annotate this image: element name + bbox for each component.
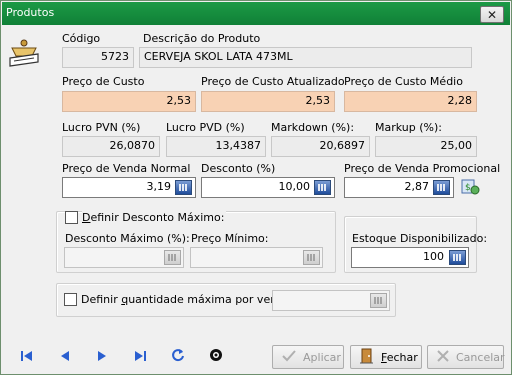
fechar-label: Fechar [381,351,418,364]
last-record-icon[interactable] [131,348,149,364]
scale-icon [6,36,42,70]
cancel-icon [436,349,450,366]
refresh-icon[interactable] [169,347,187,363]
calculator-icon [370,293,387,308]
calculator-icon[interactable] [449,250,466,265]
lucro-pvd-field[interactable]: 13,4387 [166,136,266,157]
fechar-button[interactable]: Fechar [350,345,422,369]
calculator-icon [303,250,320,265]
money-refresh-icon[interactable]: $ [459,177,481,197]
preco-custo-field[interactable]: 2,53 [62,91,196,112]
markdown-field[interactable]: 20,6897 [271,136,370,157]
markup-field[interactable]: 25,00 [375,136,477,157]
apply-icon [281,349,297,366]
codigo-field[interactable]: 5723 [62,47,134,68]
definir-desconto-maximo-checkbox[interactable] [65,211,78,224]
lucro-pvn-label: Lucro PVN (%) [62,121,141,134]
desconto-label: Desconto (%) [201,162,276,175]
cancelar-button[interactable]: Cancelar [427,345,505,369]
record-info-icon[interactable] [207,347,225,363]
preco-custo-atualizado-label: Preço de Custo Atualizado [201,75,345,88]
markdown-label: Markdown (%): [271,121,355,134]
window-title: Produtos [6,6,55,19]
codigo-label: Código [62,32,101,45]
produtos-window: Produtos ✕ Código 5723 Descrição do Prod… [0,0,512,375]
desconto-maximo-label: Desconto Máximo (%): [65,232,190,245]
calculator-icon[interactable] [175,180,192,195]
svg-text:$: $ [465,183,471,193]
next-record-icon[interactable] [93,348,111,364]
aplicar-label: Aplicar [303,350,341,364]
lucro-pvn-field[interactable]: 26,0870 [62,136,160,157]
definir-quantidade-maxima-label: Definir quantidade máxima por venda: [81,293,295,306]
descricao-field[interactable]: CERVEJA SKOL LATA 473ML [139,47,472,68]
definir-quantidade-maxima-label-after: uantidade máxima por venda: [128,293,295,306]
estoque-disponibilizado-label: Estoque Disponibilizado: [352,232,488,245]
markup-label: Markup (%): [375,121,442,134]
close-button[interactable]: ✕ [480,6,504,23]
definir-desconto-maximo-label-rest: efinir Desconto Máximo: [90,211,225,224]
aplicar-button[interactable]: Aplicar [272,345,344,369]
preco-venda-promocional-label: Preço de Venda Promocional [344,162,501,175]
definir-quantidade-maxima-checkbox[interactable] [64,293,77,306]
lucro-pvd-label: Lucro PVD (%) [166,121,245,134]
first-record-icon[interactable] [18,348,36,364]
descricao-label: Descrição do Produto [143,32,261,45]
definir-quantidade-maxima-label-before: Definir [81,293,122,306]
definir-desconto-maximo-label: Definir Desconto Máximo: [82,211,227,224]
close-icon: ✕ [486,7,498,22]
calculator-icon[interactable] [433,180,450,195]
preco-custo-label: Preço de Custo [62,75,145,88]
title-bar: Produtos ✕ [2,2,510,25]
preco-custo-medio-field[interactable]: 2,28 [344,91,477,112]
cancelar-label: Cancelar [456,350,505,364]
preco-custo-medio-label: Preço de Custo Médio [344,75,463,88]
preco-minimo-label: Preço Mínimo: [191,232,269,245]
calculator-icon [164,250,181,265]
previous-record-icon[interactable] [56,348,74,364]
fechar-label-rest: echar [386,350,418,364]
calculator-icon[interactable] [314,180,331,195]
preco-custo-atualizado-field[interactable]: 2,53 [201,91,335,112]
door-exit-icon [359,348,375,367]
preco-venda-normal-label: Preço de Venda Normal [62,162,191,175]
